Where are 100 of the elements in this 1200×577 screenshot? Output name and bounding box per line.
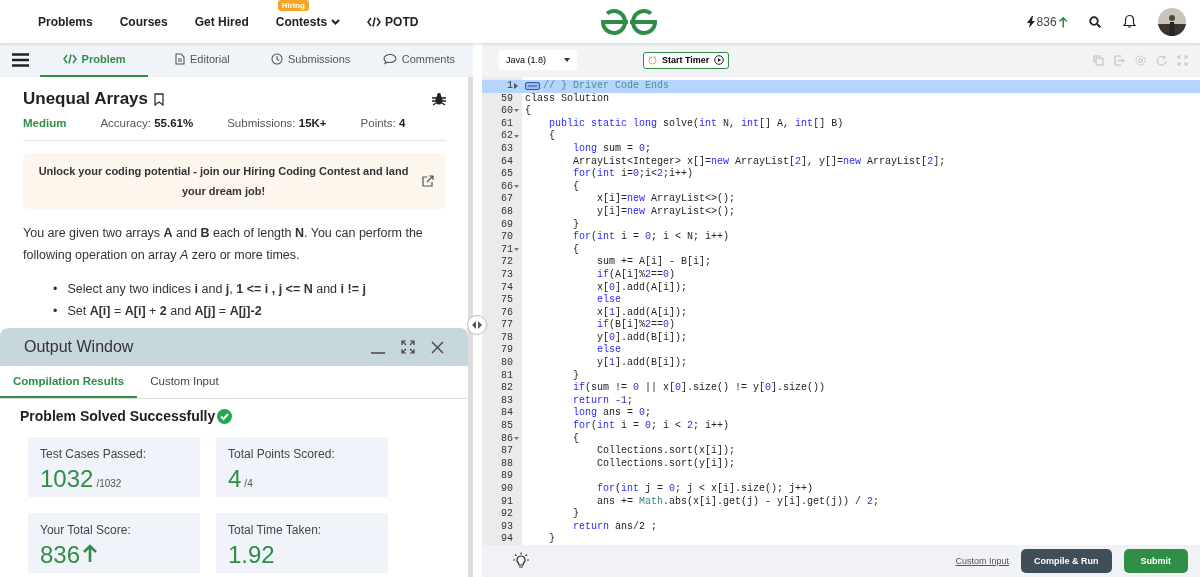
tab[interactable]: Custom Input <box>137 366 232 398</box>
external-link-icon[interactable] <box>422 175 434 187</box>
problem-title: Unequal Arrays <box>23 89 149 109</box>
line-number: 60 <box>501 105 513 118</box>
bookmark-icon[interactable] <box>154 92 165 106</box>
line-number: 91 <box>501 495 513 509</box>
code-line: return ans/2 ; <box>572 520 658 534</box>
code-icon <box>367 16 382 27</box>
banner[interactable]: Unlock your coding potential - join our Hiring Coding Contest and land your dream job! <box>23 153 446 209</box>
search-icon[interactable] <box>1089 15 1101 28</box>
code-line: Collections.sort(x[i]); <box>596 445 736 458</box>
stat-value: 1032 <box>40 465 94 493</box>
window-title: Output Window <box>24 338 135 356</box>
code-line: } <box>572 369 579 382</box>
bug-icon[interactable] <box>432 92 446 106</box>
close-icon[interactable] <box>431 340 444 354</box>
line-number: 69 <box>501 218 513 232</box>
code-line: for(int j = 0; j < x[i].size(); j++) <box>596 483 814 496</box>
line-number: 93 <box>501 520 513 534</box>
hiring-badge: Hiring <box>277 0 309 11</box>
fold-arrow-icon[interactable] <box>514 436 519 441</box>
line-number: 82 <box>501 382 513 395</box>
code-line: } <box>548 533 555 545</box>
code-line: if(sum != 0 || x[0].size() != y[0].size()) <box>572 382 826 395</box>
code-line: // } Driver Code Ends <box>542 80 670 93</box>
fold-arrow-icon[interactable] <box>514 185 519 190</box>
fold-arrow-icon[interactable] <box>514 109 519 114</box>
code-line: x[i]=new ArrayList<>(); <box>596 193 736 206</box>
lightbulb-icon[interactable] <box>512 552 530 570</box>
fold-arrow-icon[interactable] <box>514 83 518 90</box>
operation-item: Set A[i] = A[i] + 2 and A[j] = A[j]-2 <box>67 303 262 320</box>
streak-count: 836 <box>1036 14 1057 29</box>
nav-link[interactable]: Courses <box>119 14 168 29</box>
code-line: y[i]=new ArrayList<>(); <box>596 205 736 219</box>
line-number: 70 <box>501 231 513 244</box>
code-icon <box>62 54 77 64</box>
line-number: 59 <box>501 92 513 106</box>
avatar[interactable] <box>1158 7 1186 36</box>
caret-icon <box>564 58 570 62</box>
tab[interactable]: Problem <box>40 43 149 77</box>
code-line: { <box>524 105 531 118</box>
line-number: 77 <box>501 319 513 332</box>
compile-run-button[interactable]: Compile & Run <box>1021 549 1112 573</box>
line-number: 62 <box>501 130 513 143</box>
code-line: sum += A[i] - B[i]; <box>596 256 712 269</box>
code-line: if(A[i]%2==0) <box>596 268 676 282</box>
nav-link[interactable]: Problems <box>38 14 93 29</box>
fold-arrow-icon[interactable] <box>514 248 519 252</box>
code-line: long sum = 0; <box>572 142 652 156</box>
bell-icon[interactable] <box>1123 14 1136 29</box>
code-line: for(int i = 0; i < N; i++) <box>572 231 730 244</box>
line-number: 84 <box>501 407 513 421</box>
stat-value: 836 <box>40 541 81 569</box>
line-number: 90 <box>501 483 513 496</box>
stat-label: Total Time Taken: <box>228 523 323 537</box>
tab[interactable]: Compilation Results <box>0 366 138 398</box>
menu-icon[interactable] <box>11 53 29 67</box>
code-line: { <box>548 130 555 143</box>
bullet-mark: • <box>53 303 58 320</box>
line-number: 85 <box>501 420 513 433</box>
tab[interactable]: Comments <box>364 43 473 77</box>
code-line: else <box>596 294 621 307</box>
document-icon <box>175 53 185 65</box>
line-number: 63 <box>501 142 513 156</box>
stat-value: 4 <box>228 465 242 493</box>
folded-code-icon[interactable] <box>525 82 540 90</box>
code-line: else <box>596 344 621 357</box>
code-line: y[0].add(B[i]); <box>596 331 688 344</box>
line-number: 76 <box>501 306 513 320</box>
nav-link[interactable]: Get Hired <box>194 14 249 29</box>
expand-icon[interactable] <box>401 340 415 354</box>
line-number: 94 <box>501 533 513 545</box>
stat-total: /4 <box>244 478 253 489</box>
line-number: 71 <box>501 243 513 257</box>
banner-text: Unlock your coding potential - join our Hiring Coding Contest and land your dream job! <box>37 164 410 199</box>
custom-input-link[interactable]: Custom Input <box>955 556 1009 566</box>
clock-icon <box>270 53 283 65</box>
start-timer-button[interactable]: Start Timer <box>643 51 730 69</box>
code-line: } <box>572 508 579 521</box>
code-line: for(int i=0;i<2;i++) <box>572 168 694 181</box>
code-line: Collections.sort(y[i]); <box>596 457 736 471</box>
submit-button[interactable]: Submit <box>1123 549 1188 573</box>
logo[interactable] <box>598 7 660 36</box>
code-line: ArrayList<Integer> x[]=new ArrayList[2], y[]=new ArrayList[2]; <box>572 155 946 168</box>
lightning-icon <box>1026 15 1035 28</box>
code-line: long ans = 0; <box>572 407 652 420</box>
line-number: 68 <box>501 205 513 219</box>
operation-item: Select any two indices i and j, 1 <= i , j <= N and i != j <box>67 281 366 298</box>
line-number: 65 <box>501 168 513 181</box>
alarm-clock-icon <box>648 55 657 65</box>
nav-link[interactable]: POTD <box>367 14 419 29</box>
code-line: class Solution <box>524 92 609 105</box>
line-number: 74 <box>501 281 513 295</box>
stat-value: 1.92 <box>228 541 275 569</box>
meta-info: Points: 4 <box>360 117 406 129</box>
tab[interactable]: Submissions <box>256 43 365 77</box>
line-number: 86 <box>501 432 513 446</box>
fold-arrow-icon[interactable] <box>514 134 519 139</box>
tab[interactable]: Editorial <box>148 43 257 77</box>
language-dropdown[interactable]: Java (1.8) <box>499 50 577 70</box>
